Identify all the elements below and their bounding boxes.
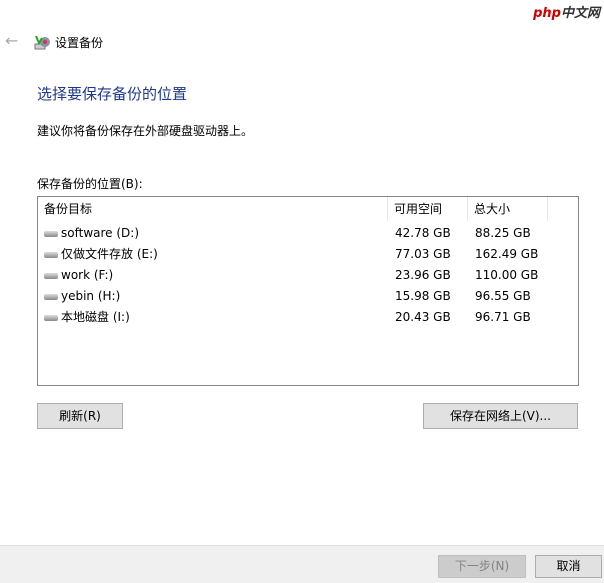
window-title: 设置备份 [55,36,104,50]
drive-icon [44,315,58,321]
drive-icon [44,273,58,279]
save-on-network-button[interactable]: 保存在网络上(V)... [423,403,578,429]
location-label: 保存备份的位置(B): [37,177,143,191]
drive-free-space: 77.03 GB [395,247,451,261]
drive-free-space: 23.96 GB [395,268,451,282]
watermark-logo: php中文网 [533,6,600,21]
drive-name: 仅做文件存放 (E:) [61,247,158,261]
drive-row[interactable]: yebin (H:) 15.98 GB 96.55 GB [38,286,578,307]
drive-row[interactable]: work (F:) 23.96 GB 110.00 GB [38,265,578,286]
drive-row[interactable]: software (D:) 42.78 GB 88.25 GB [38,223,578,244]
drive-free-space: 15.98 GB [395,289,451,303]
back-arrow-icon[interactable]: ← [5,32,21,50]
drive-name: software (D:) [61,226,139,240]
drive-free-space: 20.43 GB [395,310,451,324]
drive-total-size: 96.71 GB [475,310,531,324]
drive-total-size: 88.25 GB [475,226,531,240]
drive-icon [44,252,58,258]
backup-icon [34,35,50,50]
footer-bar: 下一步(N) 取消 [0,545,604,583]
column-header-target[interactable]: 备份目标 [38,197,388,221]
column-header-free[interactable]: 可用空间 [388,197,468,221]
drive-name: work (F:) [61,268,114,282]
column-header-total[interactable]: 总大小 [468,197,548,221]
drive-row[interactable]: 仅做文件存放 (E:) 77.03 GB 162.49 GB [38,244,578,265]
drive-total-size: 96.55 GB [475,289,531,303]
column-header-empty [548,197,578,221]
next-button[interactable]: 下一步(N) [438,555,526,578]
drive-total-size: 162.49 GB [475,247,539,261]
drive-free-space: 42.78 GB [395,226,451,240]
drive-name: 本地磁盘 (I:) [61,310,130,324]
cancel-button[interactable]: 取消 [535,555,602,578]
drive-total-size: 110.00 GB [475,268,539,282]
subtitle: 建议你将备份保存在外部硬盘驱动器上。 [37,124,254,138]
backup-location-list[interactable]: 备份目标 可用空间 总大小 software (D:) 42.78 GB 88.… [37,196,579,386]
drive-icon [44,294,58,300]
page-heading: 选择要保存备份的位置 [37,85,188,103]
drive-name: yebin (H:) [61,289,121,303]
drive-icon [44,231,58,237]
refresh-button[interactable]: 刷新(R) [37,403,123,429]
drive-row[interactable]: 本地磁盘 (I:) 20.43 GB 96.71 GB [38,307,578,328]
